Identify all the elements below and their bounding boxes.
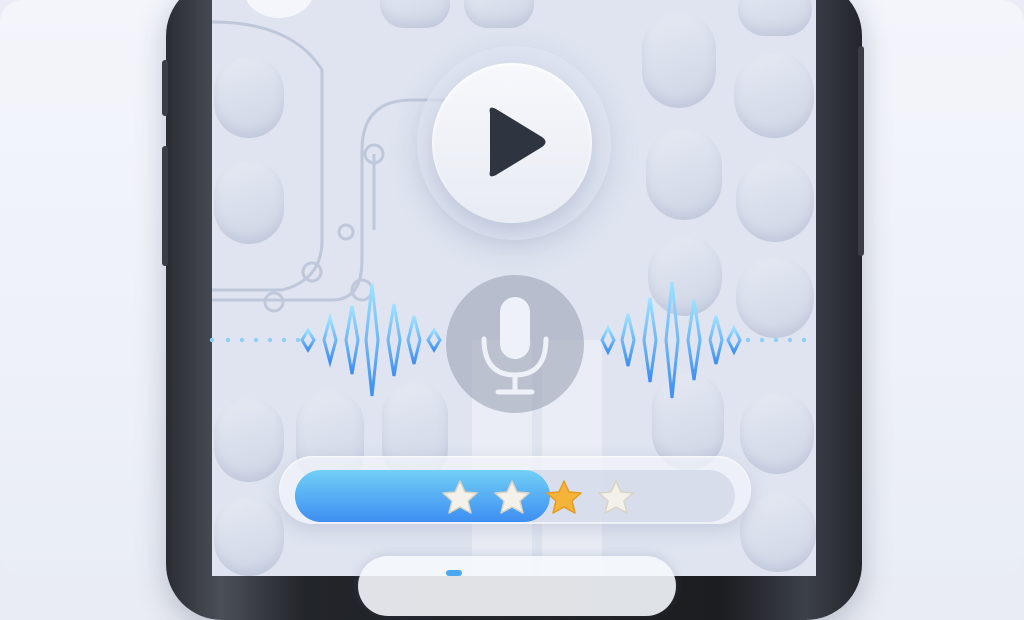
play-button[interactable] bbox=[432, 63, 592, 223]
bottom-control-pill[interactable] bbox=[358, 556, 676, 616]
wave-dot bbox=[759, 337, 765, 343]
wave-dot bbox=[281, 337, 287, 343]
bottom-indicator bbox=[446, 570, 462, 576]
star-icon[interactable] bbox=[544, 478, 584, 518]
wave-dot bbox=[745, 337, 751, 343]
wave-peak bbox=[726, 324, 742, 356]
wave-peak bbox=[620, 313, 636, 367]
wave-peak bbox=[386, 303, 402, 377]
wave-dot bbox=[787, 337, 793, 343]
wave-peak bbox=[686, 299, 702, 381]
wave-peak bbox=[364, 283, 380, 397]
volume-down-button bbox=[162, 146, 168, 266]
wave-peak bbox=[406, 315, 422, 365]
wave-dot bbox=[209, 337, 215, 343]
star-icon[interactable] bbox=[440, 478, 480, 518]
wave-peak bbox=[664, 281, 680, 399]
star-icon[interactable] bbox=[492, 478, 532, 518]
microphone-button[interactable] bbox=[446, 275, 584, 413]
wave-dot bbox=[801, 337, 807, 343]
power-button bbox=[858, 46, 864, 256]
wave-dot bbox=[295, 337, 301, 343]
wave-dot bbox=[773, 337, 779, 343]
star-rating[interactable] bbox=[440, 478, 636, 518]
wave-dot bbox=[225, 337, 231, 343]
microphone-icon bbox=[481, 297, 549, 395]
wave-dot bbox=[239, 337, 245, 343]
wave-peak bbox=[344, 305, 360, 375]
wave-dot bbox=[253, 337, 259, 343]
wave-peak bbox=[708, 315, 724, 365]
volume-up-button bbox=[162, 60, 168, 116]
wave-peak bbox=[322, 312, 338, 368]
star-icon[interactable] bbox=[596, 478, 636, 518]
wave-peak bbox=[642, 297, 658, 383]
play-icon bbox=[489, 107, 546, 177]
wave-peak bbox=[426, 327, 442, 353]
wave-peak bbox=[600, 324, 616, 356]
wave-dot bbox=[267, 337, 273, 343]
wave-peak bbox=[300, 327, 316, 353]
